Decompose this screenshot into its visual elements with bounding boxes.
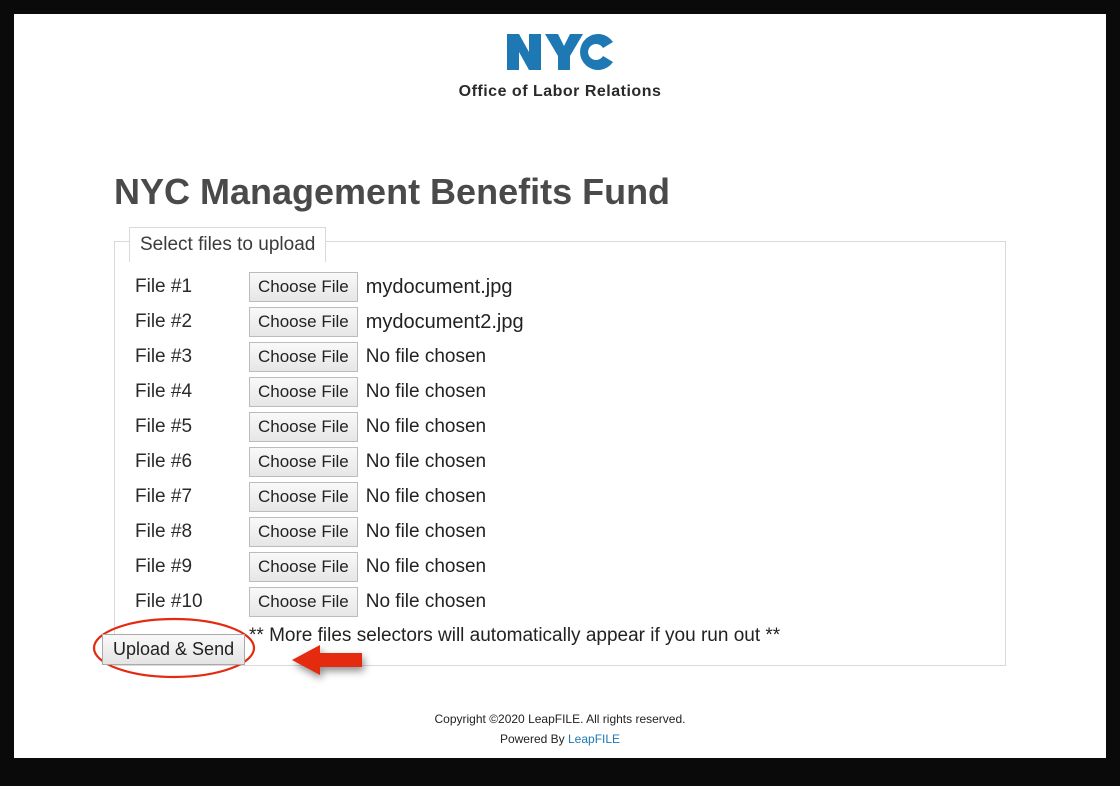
file-row: File #1Choose File mydocument.jpg <box>135 272 985 302</box>
no-file-label: No file chosen <box>366 556 486 578</box>
page: Office of Labor Relations NYC Management… <box>14 14 1106 758</box>
choose-file-button[interactable]: Choose File <box>249 482 358 512</box>
file-row: File #5Choose File No file chosen <box>135 412 985 442</box>
no-file-label: No file chosen <box>366 381 486 403</box>
file-label: File #4 <box>135 381 249 403</box>
header-logo: Office of Labor Relations <box>14 14 1106 101</box>
file-label: File #2 <box>135 311 249 333</box>
nyc-logo-icon <box>505 32 615 74</box>
file-row: File #7Choose File No file chosen <box>135 482 985 512</box>
choose-file-button[interactable]: Choose File <box>249 447 358 477</box>
no-file-label: No file chosen <box>366 521 486 543</box>
nyc-logo: Office of Labor Relations <box>459 32 662 101</box>
choose-file-button[interactable]: Choose File <box>249 517 358 547</box>
file-label: File #7 <box>135 486 249 508</box>
file-row: File #2Choose File mydocument2.jpg <box>135 307 985 337</box>
upload-send-area: Upload & Send <box>102 634 245 665</box>
page-title: NYC Management Benefits Fund <box>114 171 1106 213</box>
logo-subtitle: Office of Labor Relations <box>459 83 662 101</box>
upload-fieldset-wrap: Select files to upload File #1Choose Fil… <box>114 241 1006 666</box>
file-label: File #6 <box>135 451 249 473</box>
copyright-text: Copyright ©2020 LeapFILE. All rights res… <box>14 712 1106 726</box>
fieldset-legend: Select files to upload <box>129 227 326 262</box>
file-row: File #10Choose File No file chosen <box>135 587 985 617</box>
no-file-label: No file chosen <box>366 591 486 613</box>
file-label: File #3 <box>135 346 249 368</box>
arrow-left-icon <box>292 641 362 679</box>
powered-by: Powered By LeapFILE <box>14 732 1106 746</box>
file-label: File #9 <box>135 556 249 578</box>
powered-prefix: Powered By <box>500 732 568 746</box>
no-file-label: No file chosen <box>366 486 486 508</box>
annotation-arrow <box>292 641 362 684</box>
upload-fieldset: Select files to upload File #1Choose Fil… <box>114 241 1006 666</box>
choose-file-button[interactable]: Choose File <box>249 587 358 617</box>
choose-file-button[interactable]: Choose File <box>249 272 358 302</box>
file-row: File #8Choose File No file chosen <box>135 517 985 547</box>
file-label: File #5 <box>135 416 249 438</box>
choose-file-button[interactable]: Choose File <box>249 412 358 442</box>
chosen-filename: mydocument.jpg <box>366 276 513 299</box>
no-file-label: No file chosen <box>366 451 486 473</box>
file-row: File #3Choose File No file chosen <box>135 342 985 372</box>
choose-file-button[interactable]: Choose File <box>249 377 358 407</box>
file-row: File #9Choose File No file chosen <box>135 552 985 582</box>
powered-link[interactable]: LeapFILE <box>568 732 620 746</box>
file-label: File #1 <box>135 276 249 298</box>
no-file-label: No file chosen <box>366 416 486 438</box>
choose-file-button[interactable]: Choose File <box>249 552 358 582</box>
file-row: File #6Choose File No file chosen <box>135 447 985 477</box>
upload-send-button[interactable]: Upload & Send <box>102 634 245 665</box>
file-label: File #8 <box>135 521 249 543</box>
footer: Copyright ©2020 LeapFILE. All rights res… <box>14 712 1106 746</box>
choose-file-button[interactable]: Choose File <box>249 342 358 372</box>
file-row: File #4Choose File No file chosen <box>135 377 985 407</box>
choose-file-button[interactable]: Choose File <box>249 307 358 337</box>
no-file-label: No file chosen <box>366 346 486 368</box>
file-label: File #10 <box>135 591 249 613</box>
chosen-filename: mydocument2.jpg <box>366 311 524 334</box>
